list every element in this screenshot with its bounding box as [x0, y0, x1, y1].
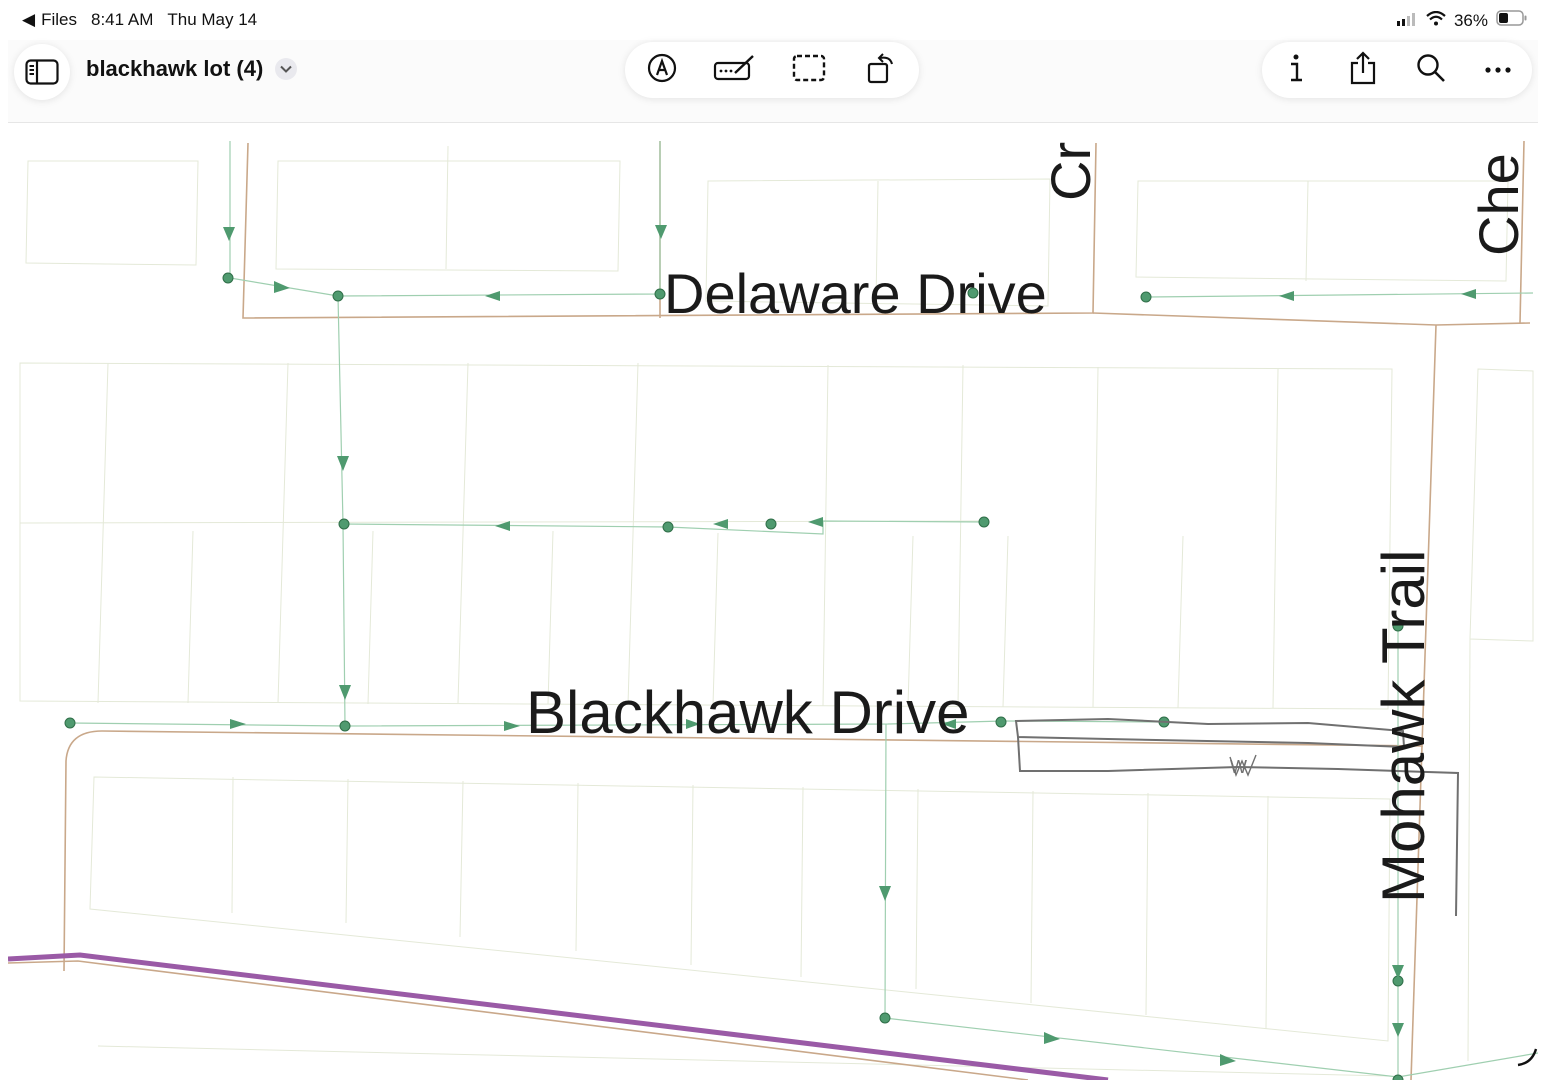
street-label-blackhawk: Blackhawk Drive	[526, 679, 969, 746]
flow-arrows	[223, 225, 1476, 1066]
back-label: Files	[41, 10, 77, 29]
status-date: Thu May 14	[167, 10, 258, 29]
signature-icon	[713, 53, 757, 88]
chevron-down-icon	[275, 58, 298, 80]
sidebar-icon	[14, 44, 70, 100]
street-label-cr: Cr	[1039, 142, 1102, 201]
plat-map: Delaware Drive Blackhawk Drive Mohawk Tr…	[8, 141, 1538, 1080]
back-to-files-link[interactable]: ◀ Files	[22, 10, 77, 30]
search-button[interactable]	[1403, 42, 1459, 98]
document-actions-group	[1262, 42, 1532, 98]
manholes	[64, 272, 1404, 1080]
share-button[interactable]	[1335, 42, 1391, 98]
cellular-signal-icon	[1396, 11, 1418, 31]
markup-tool-group	[625, 42, 919, 98]
rotate-icon	[866, 52, 898, 89]
sidebar-toggle-button[interactable]	[14, 44, 70, 100]
share-icon	[1349, 50, 1377, 90]
back-arrow-icon: ◀	[22, 10, 36, 29]
battery-icon	[1496, 10, 1528, 31]
selection-icon	[792, 54, 826, 87]
document-title: blackhawk lot (4)	[86, 56, 264, 81]
toolbar: blackhawk lot (4)	[8, 40, 1538, 123]
handwritten-note: W	[1230, 757, 1247, 777]
rotate-button[interactable]	[854, 42, 910, 98]
railway-line	[8, 952, 1109, 1080]
status-time: 8:41 AM	[90, 10, 154, 29]
signature-button[interactable]	[707, 42, 763, 98]
search-icon	[1416, 53, 1446, 88]
info-icon	[1286, 53, 1306, 88]
document-title-menu[interactable]: blackhawk lot (4)	[86, 56, 298, 82]
status-bar: ◀ Files 8:41 AM Thu May 14 36%	[0, 0, 1546, 40]
street-label-che: Che	[1467, 153, 1530, 256]
battery-percent: 36%	[1453, 10, 1488, 30]
wifi-icon	[1426, 10, 1446, 31]
markup-button[interactable]	[634, 42, 690, 98]
more-button[interactable]	[1470, 42, 1526, 98]
info-button[interactable]	[1268, 42, 1324, 98]
more-icon	[1484, 61, 1512, 79]
page-curl-icon	[1516, 1045, 1538, 1072]
selection-button[interactable]	[781, 42, 837, 98]
document-page[interactable]: Delaware Drive Blackhawk Drive Mohawk Tr…	[8, 141, 1538, 1080]
street-label-delaware: Delaware Drive	[664, 262, 1047, 325]
markup-pen-icon	[647, 53, 677, 88]
street-label-mohawk: Mohawk Trail	[1370, 550, 1437, 903]
